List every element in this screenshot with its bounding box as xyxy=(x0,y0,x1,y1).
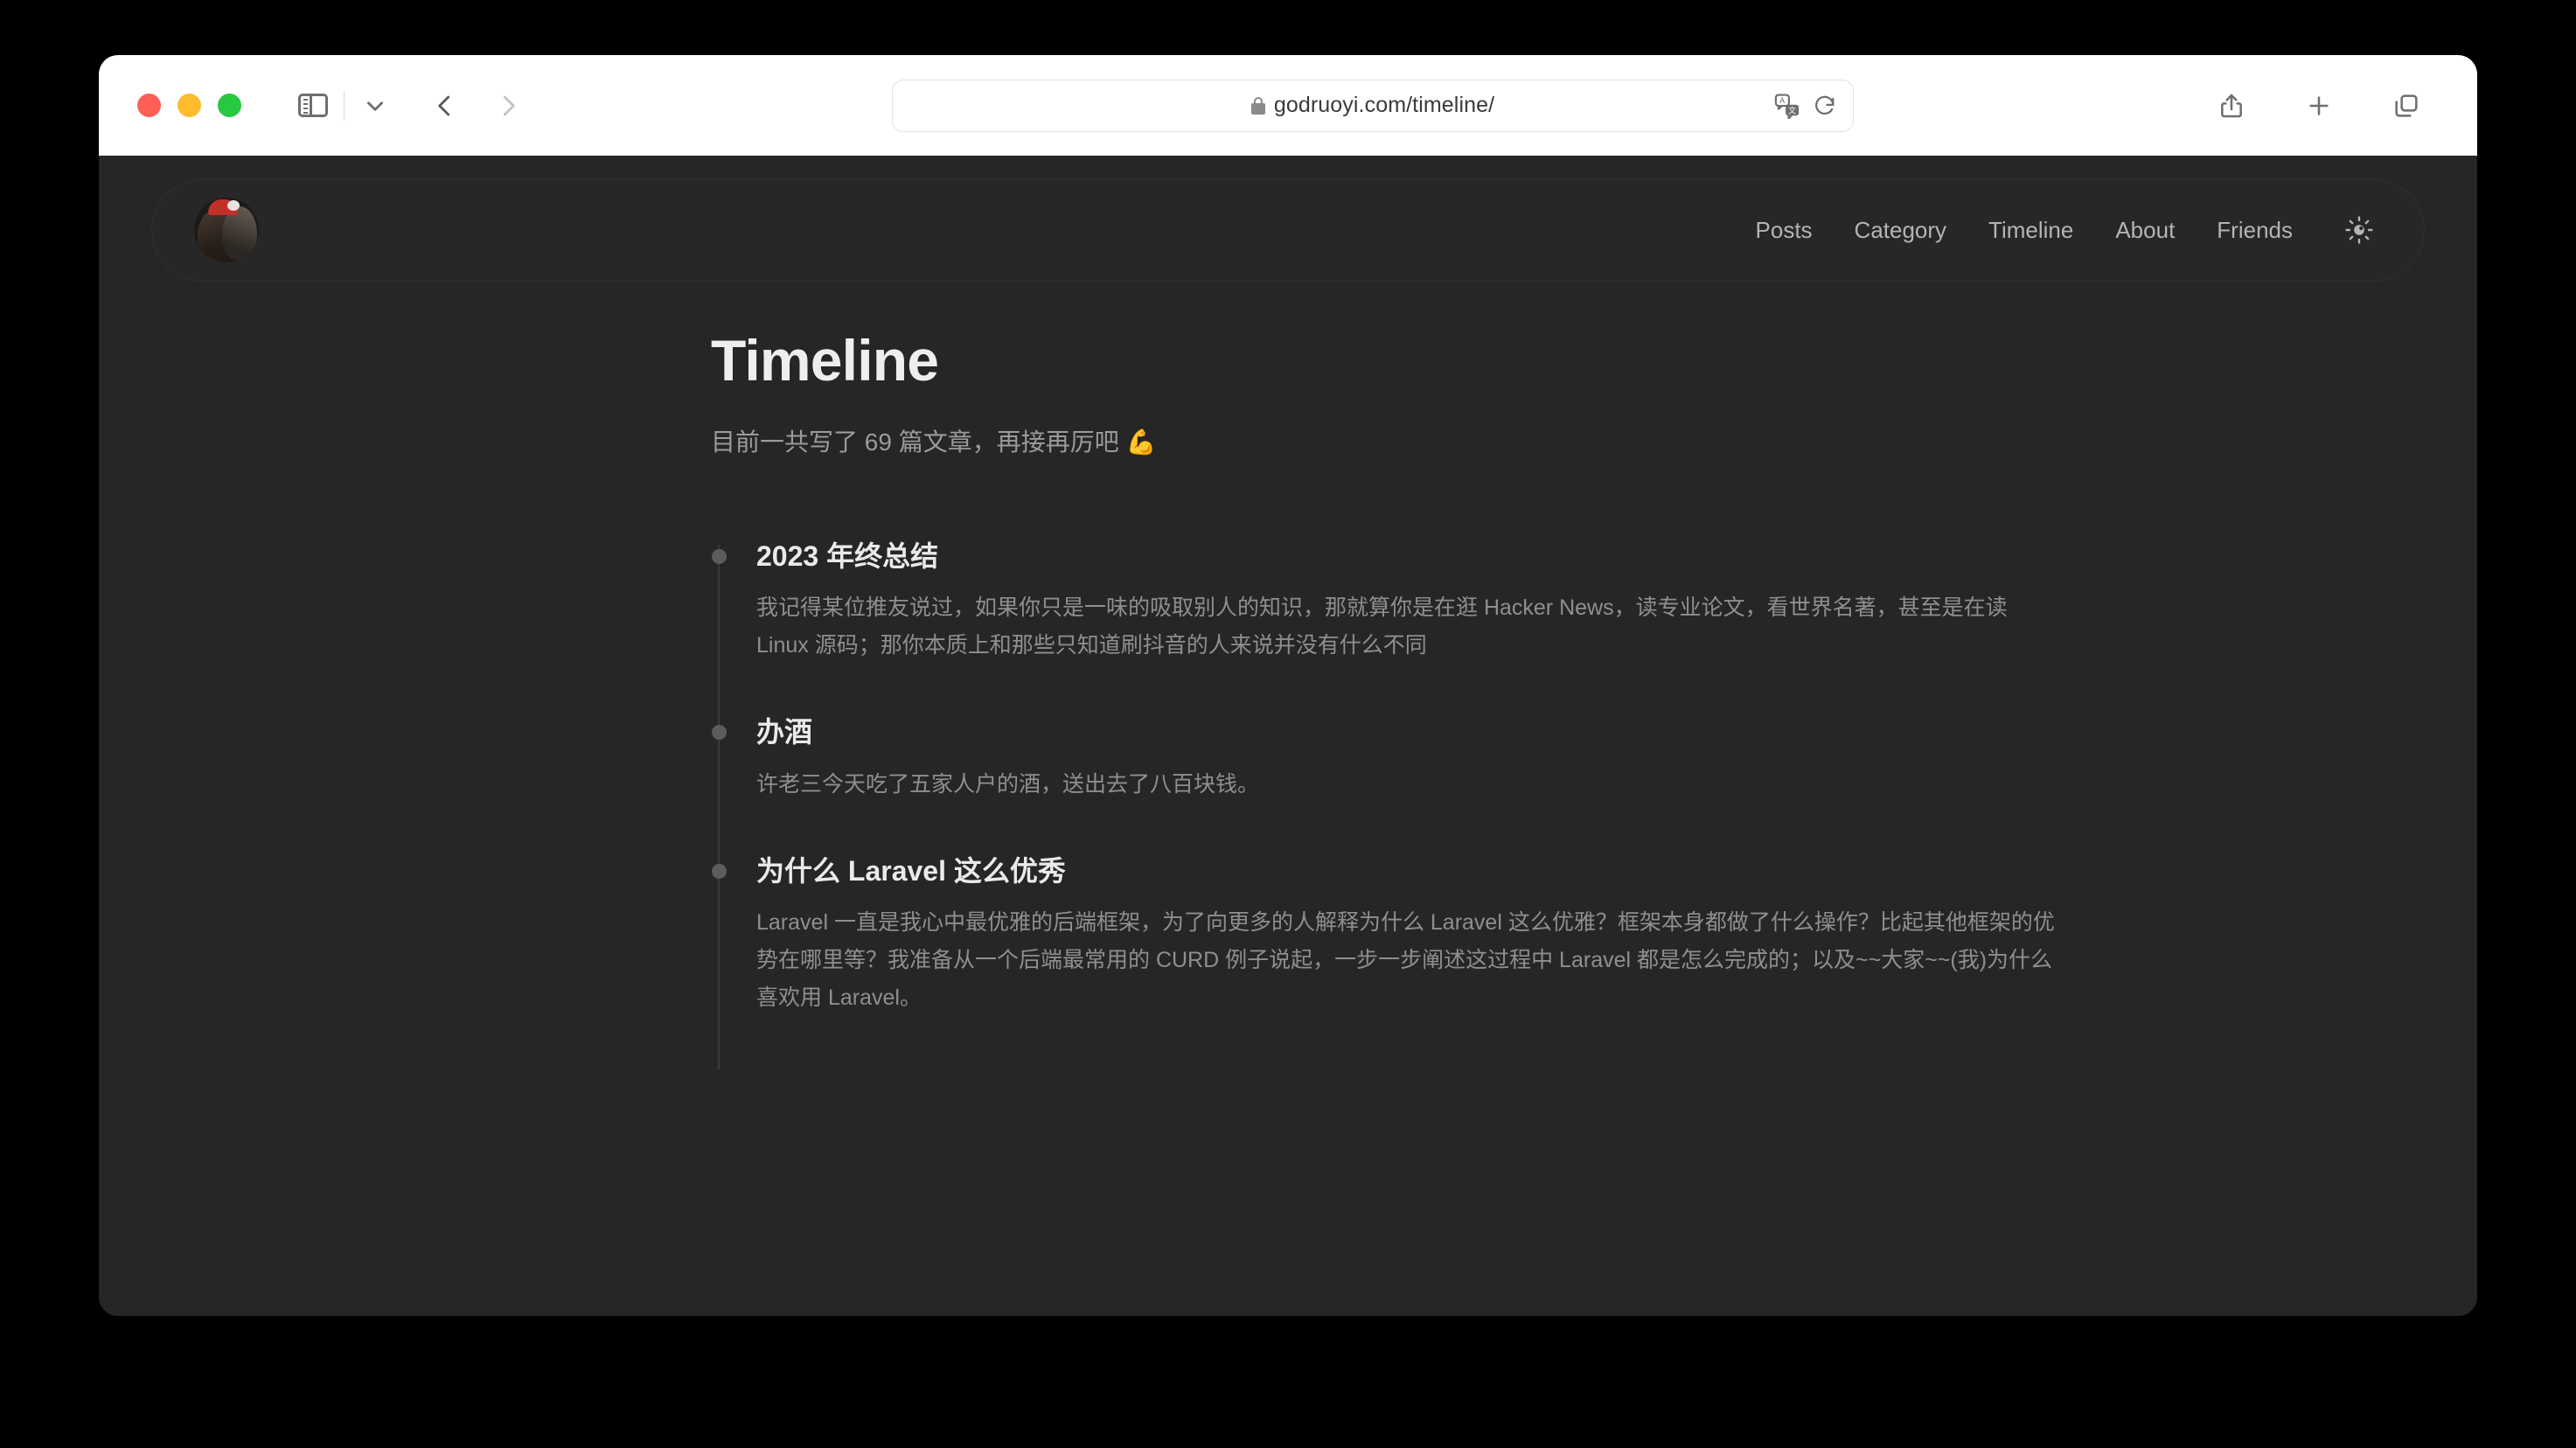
minimize-window-button[interactable] xyxy=(178,94,201,117)
timeline-dot-icon xyxy=(712,863,727,879)
site-nav: Posts Category Timeline About Friends xyxy=(1735,205,2424,254)
chevron-right-icon xyxy=(503,95,515,115)
tab-overview-icon xyxy=(2395,94,2418,117)
timeline-entry-description: 我记得某位推友说过，如果你只是一味的吸取别人的知识，那就算你是在逛 Hacker… xyxy=(756,595,2008,658)
share-button[interactable] xyxy=(2206,80,2257,131)
toolbar-divider xyxy=(344,90,345,121)
timeline-axis-line xyxy=(718,545,720,1069)
sun-icon xyxy=(2345,216,2373,244)
timeline-entry-description: Laravel 一直是我心中最优雅的后端框架，为了向更多的人解释为什么 Lara… xyxy=(756,909,2055,1010)
sidebar-toggle-button[interactable] xyxy=(288,80,338,131)
browser-toolbar: godruoyi.com/timeline/ A 文 xyxy=(99,55,2477,156)
svg-text:A: A xyxy=(1779,96,1785,105)
nav-item-timeline[interactable]: Timeline xyxy=(1967,208,2094,253)
browser-window: godruoyi.com/timeline/ A 文 Posts Categor… xyxy=(99,55,2477,1316)
back-button[interactable] xyxy=(420,80,470,131)
timeline-entry-title[interactable]: 2023 年终总结 xyxy=(756,538,2057,575)
nav-item-category[interactable]: Category xyxy=(1834,208,1968,253)
toolbar-left-controls xyxy=(288,80,533,131)
tab-overview-button[interactable] xyxy=(2381,80,2432,131)
svg-text:文: 文 xyxy=(1788,105,1796,115)
page-subtitle: 目前一共写了 69 篇文章，再接再厉吧 💪 xyxy=(711,428,1157,456)
close-window-button[interactable] xyxy=(137,94,161,117)
forward-button[interactable] xyxy=(483,80,533,131)
timeline-list: 2023 年终总结 我记得某位推友说过，如果你只是一味的吸取别人的知识，那就算你… xyxy=(711,538,2057,1069)
chevron-down-icon xyxy=(367,101,383,111)
new-tab-button[interactable] xyxy=(2294,80,2344,131)
timeline-entry[interactable]: 办酒 许老三今天吃了五家人户的酒，送出去了八百块钱。 xyxy=(712,714,2057,803)
reload-icon[interactable] xyxy=(1813,94,1837,118)
navigation-buttons xyxy=(420,80,533,131)
share-icon xyxy=(2221,94,2242,117)
plus-icon xyxy=(2309,95,2329,115)
sidebar-icon xyxy=(298,94,328,117)
tab-group-button[interactable] xyxy=(350,80,400,131)
avatar[interactable] xyxy=(194,198,259,262)
timeline-dot-icon xyxy=(712,549,727,565)
timeline-entry-description: 许老三今天吃了五家人户的酒，送出去了八百块钱。 xyxy=(756,771,1260,797)
timeline-dot-icon xyxy=(712,725,727,741)
translate-icon[interactable]: A 文 xyxy=(1774,93,1800,119)
lock-icon xyxy=(1250,96,1265,115)
chevron-left-icon xyxy=(438,95,450,115)
zoom-window-button[interactable] xyxy=(218,94,241,117)
theme-toggle-button[interactable] xyxy=(2335,205,2384,254)
main-column: Timeline 目前一共写了 69 篇文章，再接再厉吧 💪 2023 年终总结… xyxy=(711,328,2057,1069)
toolbar-right-controls xyxy=(2206,80,2432,131)
nav-item-about[interactable]: About xyxy=(2094,208,2196,253)
page-viewport: Posts Category Timeline About Friends Ti… xyxy=(99,156,2477,1316)
url-text: godruoyi.com/timeline/ xyxy=(1273,93,1495,117)
address-bar-container: godruoyi.com/timeline/ A 文 xyxy=(892,79,1854,132)
timeline-entry-title[interactable]: 为什么 Laravel 这么优秀 xyxy=(756,853,2057,890)
nav-item-friends[interactable]: Friends xyxy=(2196,208,2314,253)
window-traffic-lights xyxy=(137,94,241,117)
timeline-entry[interactable]: 为什么 Laravel 这么优秀 Laravel 一直是我心中最优雅的后端框架，… xyxy=(712,853,2057,1017)
site-header: Posts Category Timeline About Friends xyxy=(151,178,2425,282)
address-bar[interactable]: godruoyi.com/timeline/ A 文 xyxy=(892,79,1854,132)
address-bar-actions: A 文 xyxy=(1774,93,1837,119)
timeline-entry-title[interactable]: 办酒 xyxy=(756,714,2057,751)
page-title: Timeline xyxy=(711,328,939,393)
timeline-entry[interactable]: 2023 年终总结 我记得某位推友说过，如果你只是一味的吸取别人的知识，那就算你… xyxy=(712,538,2057,665)
address-bar-content: godruoyi.com/timeline/ xyxy=(1250,93,1495,118)
nav-item-posts[interactable]: Posts xyxy=(1735,208,1834,253)
